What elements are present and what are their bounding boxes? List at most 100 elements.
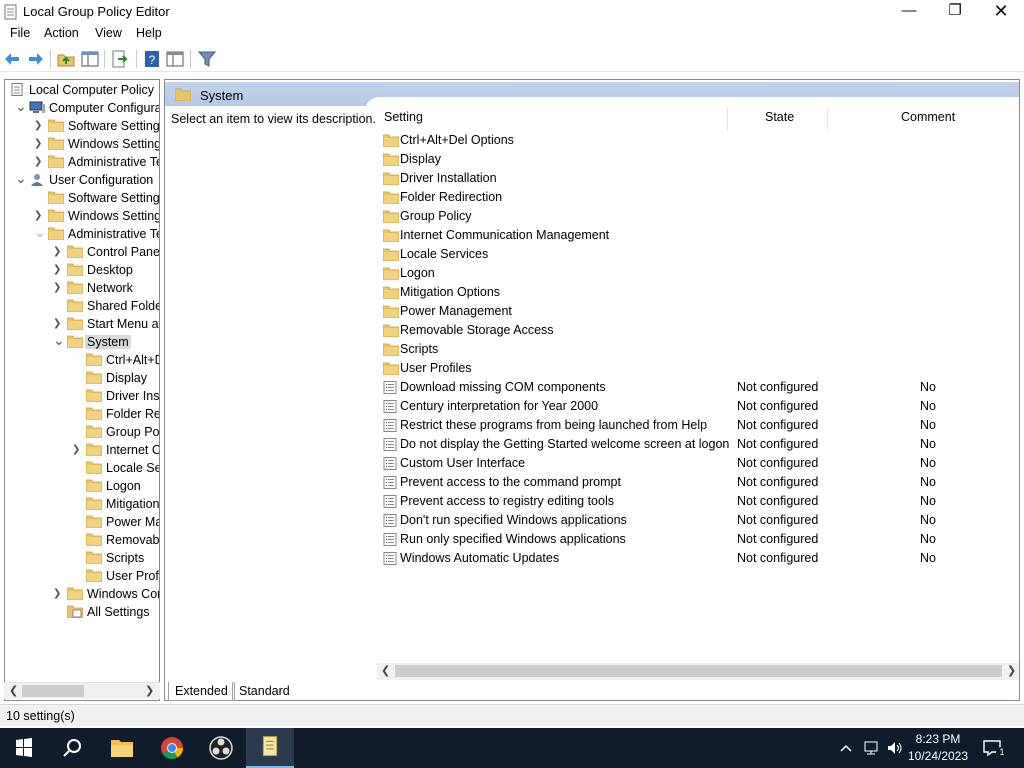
scroll-thumb[interactable]: [22, 685, 84, 697]
network-icon[interactable]: [862, 740, 880, 756]
list-item[interactable]: Download missing COM components Not confi…: [381, 378, 1019, 397]
forward-arrow-icon[interactable]: [25, 49, 45, 69]
column-separator[interactable]: [727, 108, 728, 130]
tree-horizontal-scrollbar[interactable]: ❮ ❯: [4, 682, 160, 699]
tree-item-label: All Settings: [87, 605, 150, 619]
chrome-icon[interactable]: [148, 728, 196, 768]
chevron-down-icon[interactable]: ⌄: [34, 224, 46, 240]
chevron-right-icon[interactable]: ❯: [34, 138, 44, 150]
list-item[interactable]: Power Management: [381, 302, 1019, 321]
user-icon: [29, 173, 45, 186]
properties-icon[interactable]: [165, 49, 185, 69]
chevron-down-icon[interactable]: ⌄: [15, 98, 27, 114]
obs-icon[interactable]: [197, 728, 245, 768]
chevron-right-icon[interactable]: ❯: [53, 264, 63, 276]
scroll-right-icon[interactable]: ❯: [145, 684, 154, 697]
chevron-right-icon[interactable]: ❯: [34, 156, 44, 168]
scroll-right-icon[interactable]: ❯: [1007, 664, 1016, 677]
chevron-up-icon[interactable]: [838, 741, 854, 755]
folder-icon: [66, 245, 84, 259]
chevron-right-icon[interactable]: ❯: [34, 120, 44, 132]
chevron-down-icon[interactable]: ⌄: [15, 170, 27, 186]
list-item-name: Prevent access to the command prompt: [400, 475, 621, 489]
list-item[interactable]: Logon: [381, 264, 1019, 283]
chevron-down-icon[interactable]: ⌄: [53, 332, 65, 348]
chevron-right-icon[interactable]: ❯: [53, 588, 63, 600]
list-item[interactable]: Do not display the Getting Started welco…: [381, 435, 1019, 454]
volume-icon[interactable]: [886, 740, 904, 756]
list-item[interactable]: Prevent access to registry editing tools…: [381, 492, 1019, 511]
toolbar: ?: [0, 45, 1024, 72]
file-explorer-icon[interactable]: [98, 728, 146, 768]
list-item-comment: No: [920, 437, 936, 451]
menu-help[interactable]: Help: [136, 26, 162, 40]
list-item[interactable]: Group Policy: [381, 207, 1019, 226]
tab-extended[interactable]: Extended: [168, 682, 235, 701]
close-button[interactable]: ✕: [978, 0, 1024, 24]
list-item[interactable]: Prevent access to the command prompt Not …: [381, 473, 1019, 492]
list-item-state: Not configured: [737, 418, 819, 432]
folder-icon: [382, 286, 400, 300]
clock-time[interactable]: 8:23 PM: [908, 732, 968, 746]
search-icon[interactable]: [48, 728, 96, 768]
windows-start-icon[interactable]: [0, 728, 48, 768]
folder-icon: [66, 587, 84, 601]
list-item[interactable]: Mitigation Options: [381, 283, 1019, 302]
list-item[interactable]: Windows Automatic Updates Not configured N…: [381, 549, 1019, 568]
menu-view[interactable]: View: [95, 26, 122, 40]
list-item[interactable]: Custom User Interface Not configured No: [381, 454, 1019, 473]
taskbar: 8:23 PM 10/24/2023 1: [0, 728, 1024, 768]
help-icon[interactable]: ?: [142, 49, 162, 69]
list-item[interactable]: Don't run specified Windows applications…: [381, 511, 1019, 530]
filter-icon[interactable]: [197, 49, 217, 69]
list-item[interactable]: Ctrl+Alt+Del Options: [381, 131, 1019, 150]
folder-icon: [47, 227, 65, 241]
maximize-button[interactable]: ❐: [932, 0, 978, 24]
menu-action[interactable]: Action: [44, 26, 79, 40]
list-item-comment: No: [920, 475, 936, 489]
chevron-right-icon[interactable]: ❯: [72, 444, 82, 456]
chevron-right-icon[interactable]: ❯: [34, 210, 44, 222]
list-item[interactable]: Display: [381, 150, 1019, 169]
list-item[interactable]: Locale Services: [381, 245, 1019, 264]
list-item[interactable]: User Profiles: [381, 359, 1019, 378]
list-item[interactable]: Scripts: [381, 340, 1019, 359]
chevron-right-icon[interactable]: ❯: [53, 318, 63, 330]
minimize-button[interactable]: —: [886, 0, 932, 24]
back-arrow-icon[interactable]: [3, 49, 23, 69]
list-item[interactable]: Removable Storage Access: [381, 321, 1019, 340]
menu-file[interactable]: File: [10, 26, 30, 40]
tab-standard[interactable]: Standard: [232, 682, 296, 701]
up-folder-icon[interactable]: [56, 49, 76, 69]
export-list-icon[interactable]: [110, 49, 130, 69]
list-item[interactable]: Internet Communication Management: [381, 226, 1019, 245]
folder-icon: [47, 137, 65, 151]
list-item[interactable]: Century interpretation for Year 2000 Not …: [381, 397, 1019, 416]
folder-icon: [66, 335, 84, 349]
list-item[interactable]: Folder Redirection: [381, 188, 1019, 207]
list-item-name: Don't run specified Windows applications: [400, 513, 627, 527]
scroll-left-icon[interactable]: ❮: [9, 684, 18, 697]
folder-icon: [175, 88, 191, 101]
scroll-left-icon[interactable]: ❮: [381, 664, 390, 677]
list-item[interactable]: Restrict these programs from being launc…: [381, 416, 1019, 435]
column-setting[interactable]: Setting: [384, 110, 423, 132]
console-tree[interactable]: Local Computer Policy ⌄ Computer Configura…: [4, 79, 160, 701]
computer-icon: [29, 101, 45, 114]
column-comment[interactable]: Comment: [901, 110, 955, 132]
folder-icon: [382, 210, 400, 224]
scroll-thumb[interactable]: [395, 665, 1002, 677]
list-item[interactable]: Run only specified Windows applications N…: [381, 530, 1019, 549]
column-state[interactable]: State: [765, 110, 794, 132]
clock-date[interactable]: 10/24/2023: [906, 749, 970, 763]
folder-icon: [382, 191, 400, 205]
details-horizontal-scrollbar[interactable]: ❮ ❯: [377, 663, 1019, 680]
show-hide-tree-icon[interactable]: [80, 49, 100, 69]
folder-icon: [85, 425, 103, 439]
column-separator[interactable]: [827, 108, 828, 130]
list-item[interactable]: Driver Installation: [381, 169, 1019, 188]
group-policy-taskbar-icon[interactable]: [246, 728, 294, 768]
chevron-right-icon[interactable]: ❯: [53, 282, 63, 294]
list-item-name: Power Management: [400, 304, 512, 318]
chevron-right-icon[interactable]: ❯: [53, 246, 63, 258]
